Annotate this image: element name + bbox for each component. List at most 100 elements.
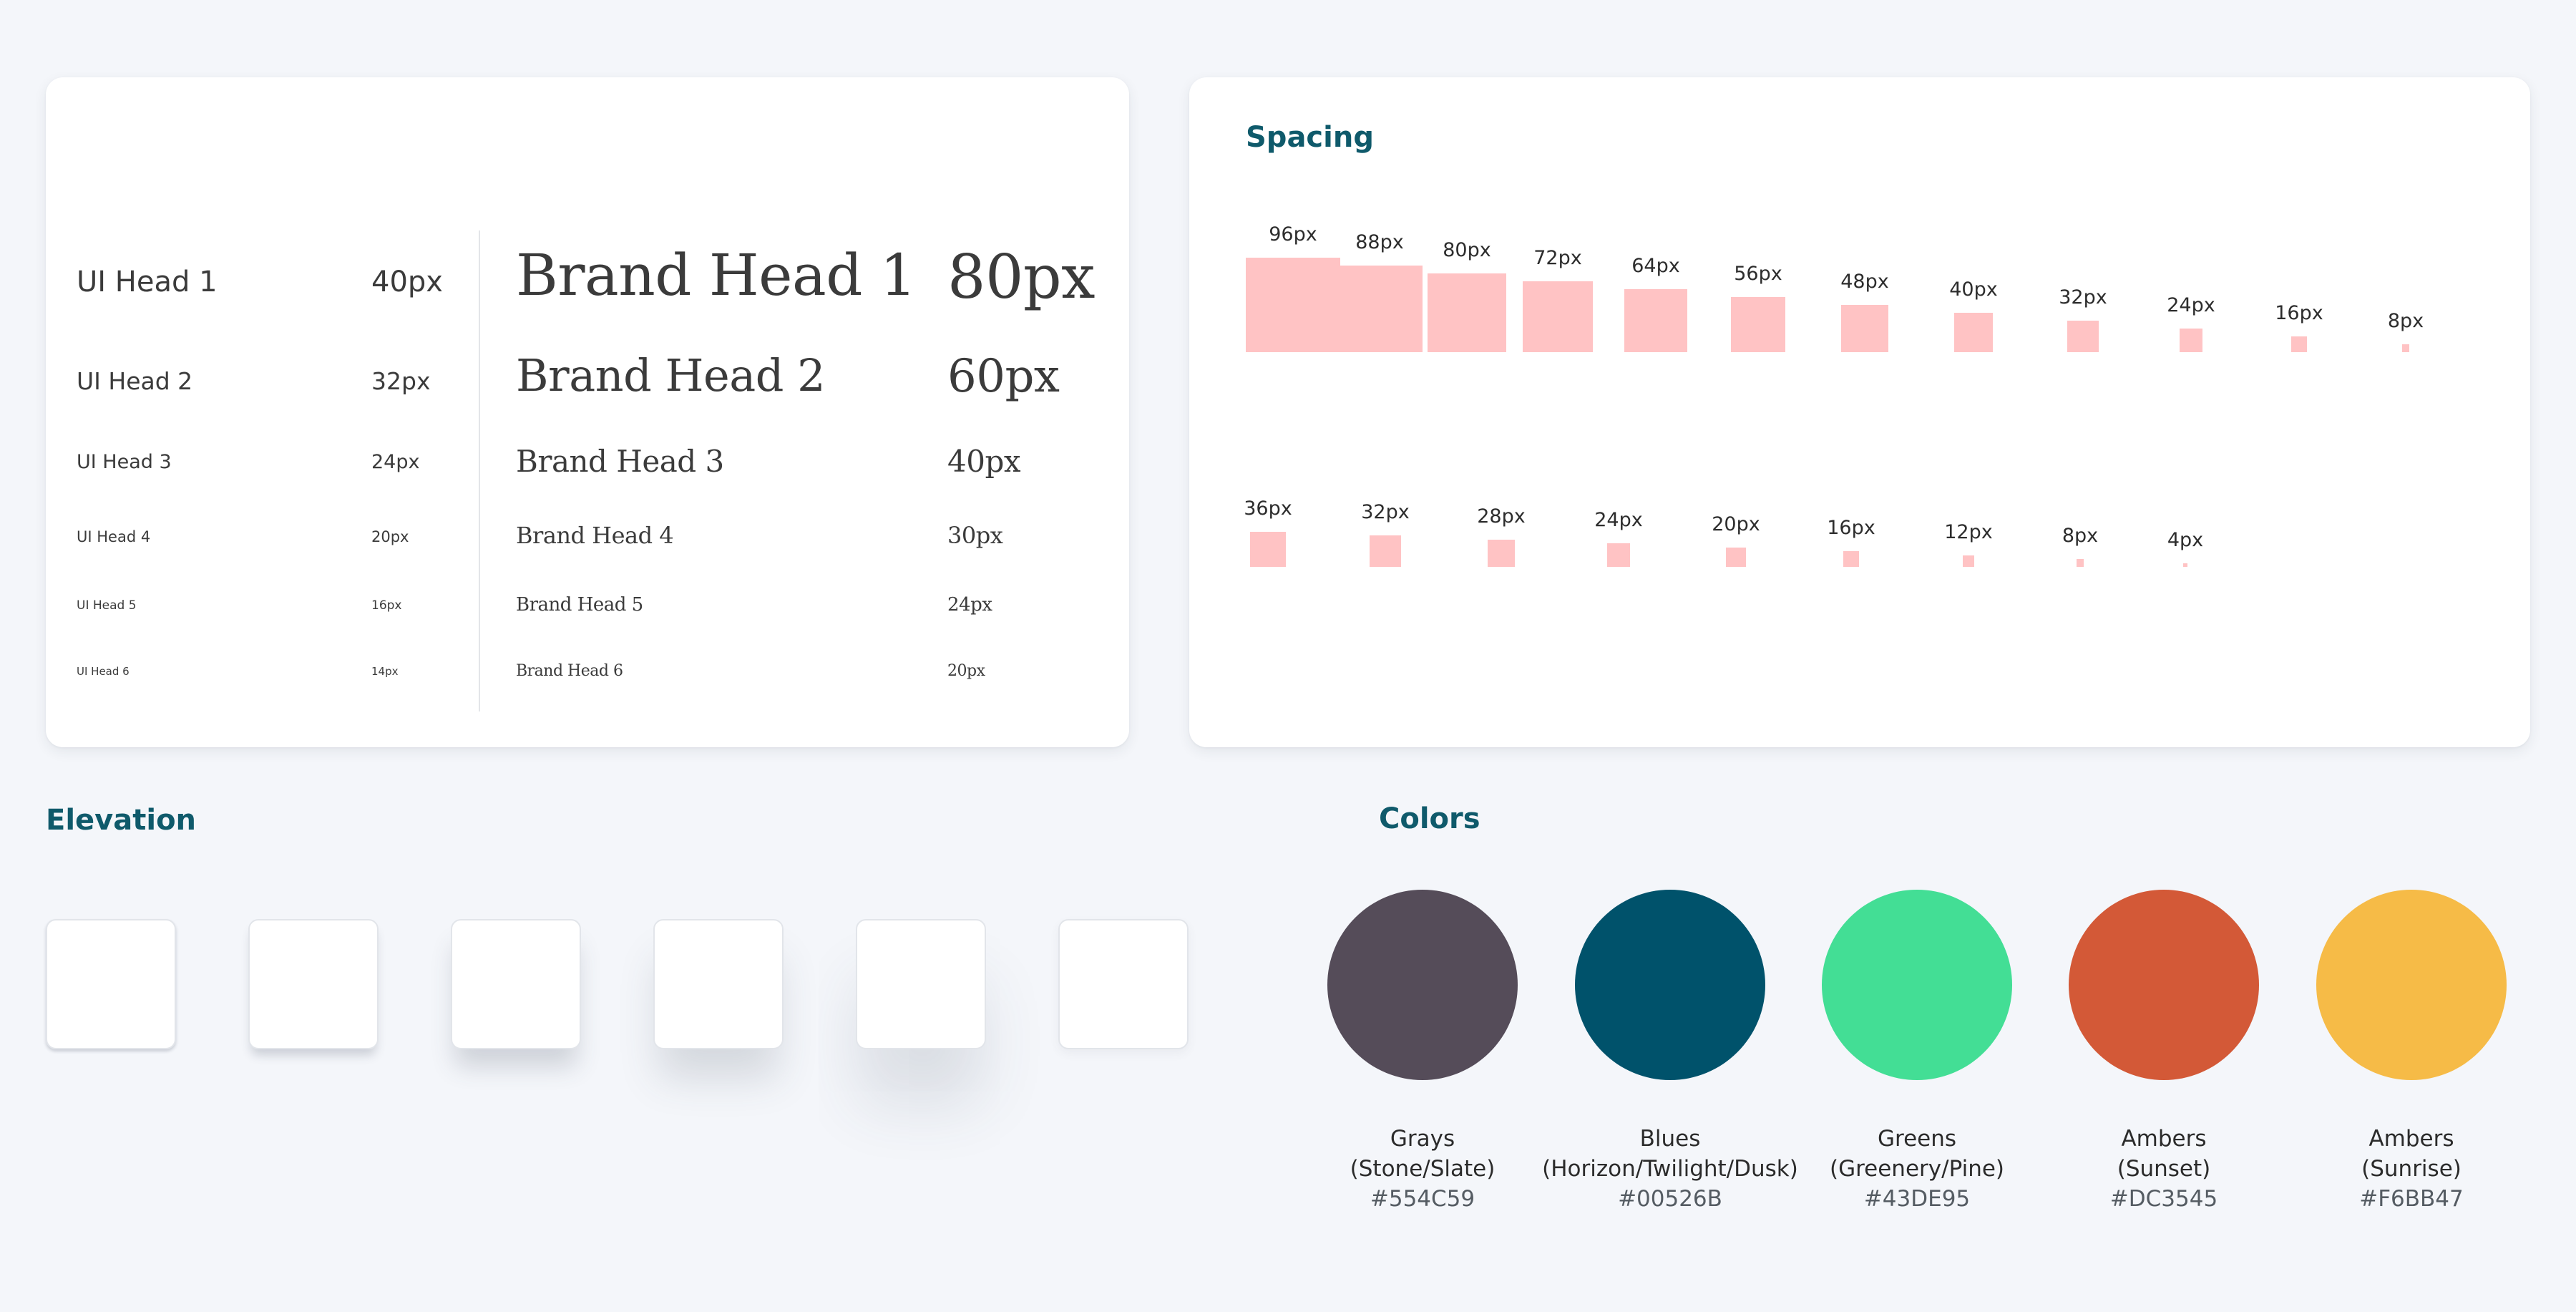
ui-head-5-size: 16px	[371, 598, 402, 613]
elevation-sample-1	[46, 919, 176, 1049]
spacing-label-36px: 36px	[1244, 497, 1292, 520]
ui-head-5-label: UI Head 5	[77, 598, 137, 613]
spacing-label-80px: 80px	[1443, 239, 1491, 262]
color-subnames: (Greenery/Pine)	[1829, 1156, 2005, 1182]
brand-head-3-label: Brand Head 3	[516, 444, 724, 479]
color-hex-5: #F6BB47	[2359, 1186, 2464, 1212]
spacing-label-32px: 32px	[2059, 286, 2107, 309]
color-name-3: Greens (Greenery/Pine)	[1781, 1124, 2053, 1184]
color-circle-1	[1327, 890, 1518, 1080]
color-circle-4	[2069, 890, 2259, 1080]
spacing-label-48px: 48px	[1840, 271, 1889, 293]
color-subnames: (Sunrise)	[2361, 1156, 2462, 1182]
brand-head-4-label: Brand Head 4	[516, 522, 674, 549]
color-family: Greens	[1877, 1126, 1957, 1152]
colors-title: Colors	[1379, 802, 1480, 835]
elevation-sample-2	[248, 919, 379, 1049]
spacing-label-12px: 12px	[1944, 520, 1993, 543]
spacing-box-8px	[2076, 559, 2084, 567]
spacing-label-56px: 56px	[1734, 263, 1782, 286]
spacing-box-48px	[1841, 305, 1888, 352]
spacing-box-56px	[1730, 297, 1786, 352]
color-circle-2	[1575, 890, 1765, 1080]
brand-head-4-size: 30px	[947, 522, 1003, 549]
spacing-label-4px: 4px	[2167, 528, 2204, 551]
elevation-sample-4	[653, 919, 784, 1049]
spacing-label-8px: 8px	[2062, 525, 2099, 548]
spacing-box-32px	[1370, 535, 1401, 567]
spacing-box-20px	[1726, 547, 1746, 567]
color-family: Ambers	[2121, 1126, 2207, 1152]
spacing-card: Spacing 96px 88px 80px 72px 64px 56px 48px 40px…	[1189, 77, 2530, 747]
color-hex-4: #DC3545	[2109, 1186, 2218, 1212]
elevation-sample-6	[1058, 919, 1189, 1049]
spacing-box-64px	[1624, 289, 1687, 352]
spacing-box-4px	[2183, 563, 2187, 567]
spacing-box-16px	[1843, 551, 1859, 567]
color-circle-3	[1822, 890, 2012, 1080]
spacing-title: Spacing	[1246, 121, 1374, 154]
typography-card: UI Head 1 40px UI Head 2 32px UI Head 3 …	[46, 77, 1129, 747]
color-family: Grays	[1390, 1126, 1455, 1152]
spacing-label-8px: 8px	[2387, 310, 2424, 333]
spacing-box-40px	[1953, 313, 1994, 352]
color-name-2: Blues (Horizon/Twilight/Dusk)	[1534, 1124, 1806, 1184]
color-subnames: (Sunset)	[2117, 1156, 2211, 1182]
color-hex-2: #00526B	[1618, 1186, 1722, 1212]
elevation-title: Elevation	[46, 804, 197, 837]
brand-head-1-label: Brand Head 1	[516, 242, 917, 308]
spacing-box-72px	[1522, 281, 1594, 352]
spacing-box-8px	[2401, 344, 2410, 352]
color-circle-5	[2316, 890, 2507, 1080]
color-hex-3: #43DE95	[1863, 1186, 1971, 1212]
ui-head-6-size: 14px	[371, 665, 399, 678]
spacing-label-24px: 24px	[1594, 509, 1643, 532]
typography-divider	[479, 230, 480, 711]
spacing-label-88px: 88px	[1355, 231, 1404, 254]
brand-head-2-label: Brand Head 2	[516, 349, 826, 402]
ui-head-1-label: UI Head 1	[77, 266, 218, 298]
ui-head-4-label: UI Head 4	[77, 528, 151, 545]
spacing-label-24px: 24px	[2167, 294, 2215, 317]
spacing-label-16px: 16px	[1827, 517, 1875, 540]
spacing-box-24px	[2179, 329, 2203, 352]
brand-head-6-label: Brand Head 6	[516, 662, 623, 680]
spacing-box-36px	[1250, 531, 1286, 567]
ui-head-2-label: UI Head 2	[77, 367, 193, 395]
color-name-1: Grays (Stone/Slate)	[1287, 1124, 1558, 1184]
spacing-box-80px	[1428, 273, 1506, 352]
brand-head-5-size: 24px	[947, 594, 992, 616]
spacing-label-96px: 96px	[1269, 223, 1317, 246]
elevation-sample-5	[856, 919, 986, 1049]
ui-head-4-size: 20px	[371, 528, 409, 545]
brand-head-5-label: Brand Head 5	[516, 594, 643, 616]
spacing-box-28px	[1487, 539, 1516, 567]
spacing-box-16px	[2291, 336, 2307, 352]
elevation-sample-3	[451, 919, 581, 1049]
ui-head-2-size: 32px	[371, 367, 431, 395]
spacing-label-64px: 64px	[1631, 255, 1680, 278]
ui-head-1-size: 40px	[371, 266, 443, 298]
color-subnames: (Stone/Slate)	[1350, 1156, 1496, 1182]
color-name-4: Ambers (Sunset)	[2028, 1124, 2300, 1184]
spacing-label-16px: 16px	[2275, 302, 2323, 325]
spacing-label-20px: 20px	[1712, 512, 1760, 535]
spacing-box-32px	[2067, 321, 2099, 352]
color-hex-1: #554C59	[1370, 1186, 1475, 1212]
spacing-box-24px	[1606, 543, 1631, 567]
color-name-5: Ambers (Sunrise)	[2275, 1124, 2547, 1184]
spacing-box-96px	[1246, 258, 1340, 352]
spacing-label-28px: 28px	[1477, 505, 1526, 528]
brand-head-1-size: 80px	[947, 242, 1096, 312]
spacing-label-40px: 40px	[1949, 278, 1998, 301]
brand-head-3-size: 40px	[947, 444, 1021, 479]
spacing-label-32px: 32px	[1361, 501, 1410, 524]
ui-head-3-label: UI Head 3	[77, 451, 172, 473]
ui-head-3-size: 24px	[371, 451, 420, 473]
color-family: Ambers	[2368, 1126, 2454, 1152]
brand-head-6-size: 20px	[947, 662, 985, 680]
color-family: Blues	[1639, 1126, 1701, 1152]
spacing-box-12px	[1962, 555, 1975, 567]
brand-head-2-size: 60px	[947, 350, 1060, 403]
color-subnames: (Horizon/Twilight/Dusk)	[1542, 1156, 1798, 1182]
